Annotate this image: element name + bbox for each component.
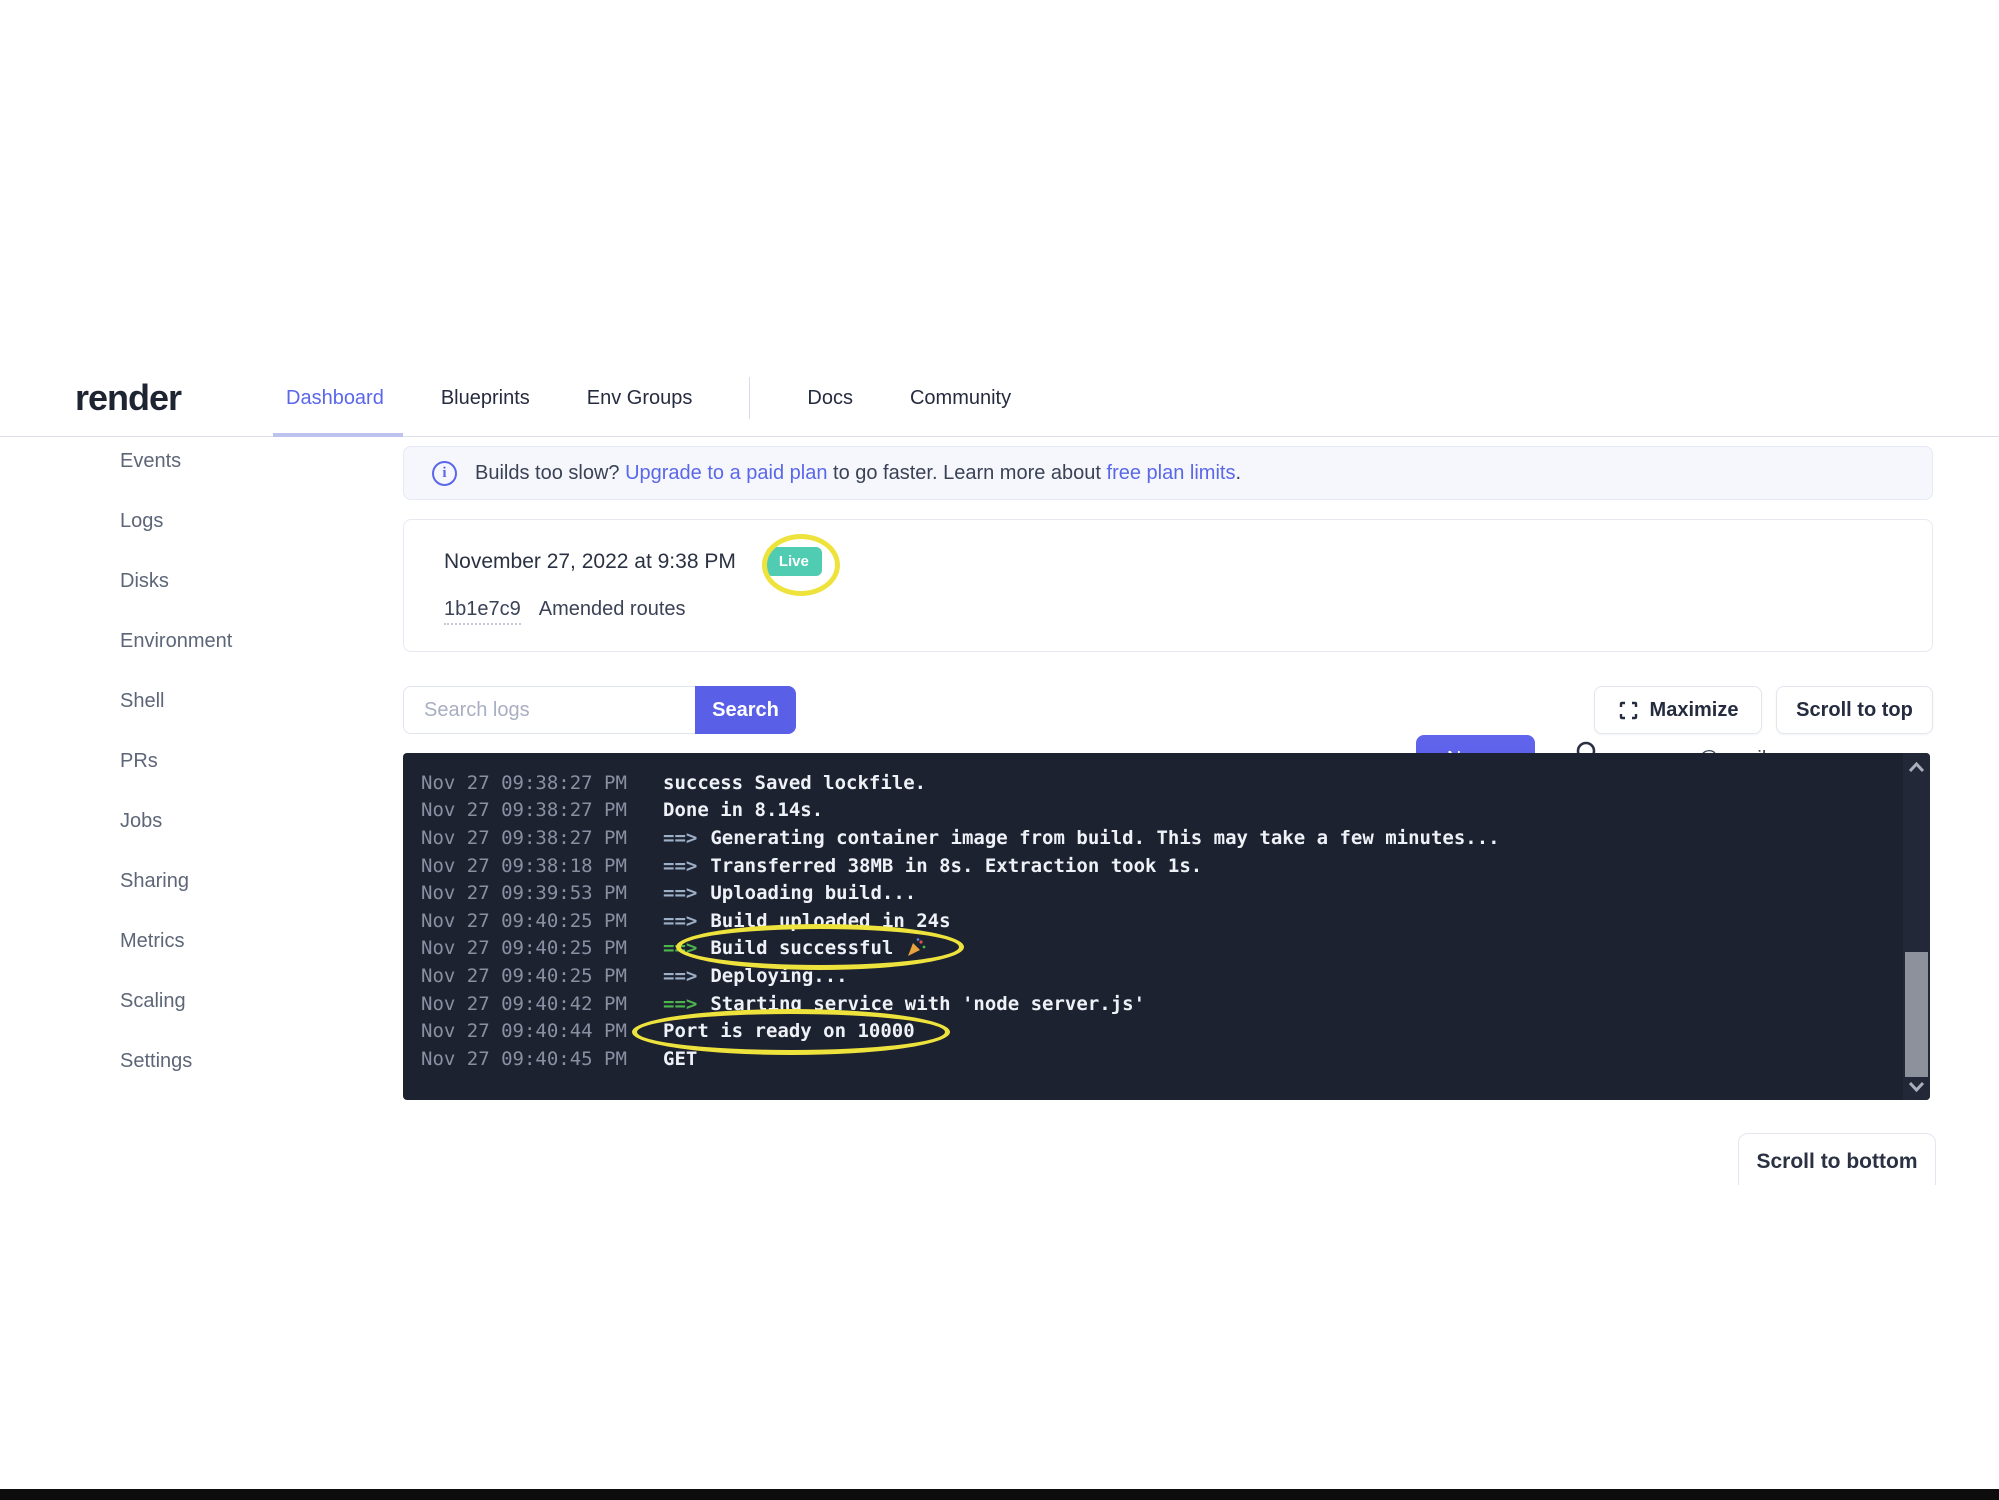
scrollbar-thumb[interactable] <box>1905 952 1928 1077</box>
log-message: GET <box>663 1048 697 1070</box>
log-line: Nov 27 09:40:25 PM ==> Build uploaded in… <box>421 907 1888 935</box>
sidebar-item-sharing[interactable]: Sharing <box>120 870 232 894</box>
log-timestamp: Nov 27 09:38:18 PM <box>421 855 663 877</box>
scroll-to-bottom-wrap: Scroll to bottom <box>1738 1133 1936 1185</box>
render-dashboard-page: render Dashboard Blueprints Env Groups D… <box>0 0 1999 1500</box>
log-arrow: ==> <box>663 855 697 877</box>
banner-text-1: Builds too slow? <box>475 462 625 484</box>
bottom-edge-bar <box>0 1489 1999 1500</box>
deploy-date-row: November 27, 2022 at 9:38 PM Live <box>444 547 822 576</box>
nav-community[interactable]: Community <box>910 387 1011 410</box>
log-message: Done in 8.14s. <box>663 799 823 821</box>
log-arrow: ==> <box>663 882 697 904</box>
service-sidebar: Events Logs Disks Environment Shell PRs … <box>120 450 232 1110</box>
sidebar-item-jobs[interactable]: Jobs <box>120 810 232 834</box>
sidebar-item-logs[interactable]: Logs <box>120 510 232 534</box>
log-message: Uploading build... <box>710 882 916 904</box>
render-logo[interactable]: render <box>75 377 181 419</box>
sidebar-item-metrics[interactable]: Metrics <box>120 930 232 954</box>
log-line-port-ready: Nov 27 09:40:44 PM Port is ready on 1000… <box>421 1017 1888 1045</box>
log-arrow: ==> <box>663 965 697 987</box>
log-timestamp: Nov 27 09:40:25 PM <box>421 937 663 959</box>
live-status-badge: Live <box>766 547 822 576</box>
log-timestamp: Nov 27 09:39:53 PM <box>421 882 663 904</box>
search-button[interactable]: Search <box>695 686 796 734</box>
deploy-date: November 27, 2022 at 9:38 PM <box>444 550 736 574</box>
log-timestamp: Nov 27 09:38:27 PM <box>421 799 663 821</box>
log-line: Nov 27 09:38:27 PM success Saved lockfil… <box>421 769 1888 797</box>
top-navbar: render Dashboard Blueprints Env Groups D… <box>0 360 1999 437</box>
log-terminal: Nov 27 09:38:27 PM success Saved lockfil… <box>403 753 1930 1100</box>
log-message: Build successful <box>710 937 893 959</box>
log-message: Build uploaded in 24s <box>710 910 950 932</box>
log-line: Nov 27 09:40:45 PM GET <box>421 1045 1888 1073</box>
log-lines: Nov 27 09:38:27 PM success Saved lockfil… <box>421 769 1888 1073</box>
log-timestamp: Nov 27 09:38:27 PM <box>421 772 663 794</box>
sidebar-item-disks[interactable]: Disks <box>120 570 232 594</box>
log-line: Nov 27 09:38:27 PM ==> Generating contai… <box>421 824 1888 852</box>
free-plan-limits-link[interactable]: free plan limits <box>1107 462 1236 484</box>
sidebar-item-prs[interactable]: PRs <box>120 750 232 774</box>
upgrade-link[interactable]: Upgrade to a paid plan <box>625 462 827 484</box>
active-tab-underline <box>273 433 403 437</box>
commit-row: 1b1e7c9 Amended routes <box>444 598 686 625</box>
nav-docs[interactable]: Docs <box>807 387 853 410</box>
party-popper-icon <box>905 937 927 959</box>
log-arrow: ==> <box>663 827 697 849</box>
scroll-to-bottom-button[interactable]: Scroll to bottom <box>1738 1133 1936 1185</box>
commit-hash-link[interactable]: 1b1e7c9 <box>444 598 521 625</box>
info-icon: i <box>432 461 457 486</box>
log-timestamp: Nov 27 09:40:45 PM <box>421 1048 663 1070</box>
log-line: Nov 27 09:38:27 PM Done in 8.14s. <box>421 797 1888 825</box>
log-timestamp: Nov 27 09:40:44 PM <box>421 1020 663 1042</box>
log-timestamp: Nov 27 09:38:27 PM <box>421 827 663 849</box>
log-message: Transferred 38MB in 8s. Extraction took … <box>710 855 1202 877</box>
nav-divider <box>749 377 750 419</box>
banner-text: Builds too slow? Upgrade to a paid plan … <box>475 462 1241 485</box>
sidebar-item-environment[interactable]: Environment <box>120 630 232 654</box>
sidebar-item-scaling[interactable]: Scaling <box>120 990 232 1014</box>
log-message: Deploying... <box>710 965 847 987</box>
sidebar-item-settings[interactable]: Settings <box>120 1050 232 1074</box>
banner-text-2: to go faster. Learn more about <box>827 462 1106 484</box>
log-line-build-successful: Nov 27 09:40:25 PM ==> Build successful <box>421 935 1888 963</box>
log-line: Nov 27 09:40:25 PM ==> Deploying... <box>421 962 1888 990</box>
log-search-group: Search <box>403 686 796 734</box>
log-line: Nov 27 09:40:42 PM ==> Starting service … <box>421 990 1888 1018</box>
log-message: success Saved lockfile. <box>663 772 926 794</box>
log-message: Port is ready on 10000 <box>663 1020 915 1042</box>
search-logs-input[interactable] <box>403 686 695 734</box>
log-message: Starting service with 'node server.js' <box>710 993 1145 1015</box>
scrollbar-up-arrow-icon[interactable] <box>1903 755 1930 779</box>
maximize-label: Maximize <box>1650 699 1739 722</box>
nav-blueprints[interactable]: Blueprints <box>441 387 530 410</box>
deploy-card: November 27, 2022 at 9:38 PM Live 1b1e7c… <box>403 519 1933 652</box>
log-timestamp: Nov 27 09:40:25 PM <box>421 910 663 932</box>
nav-dashboard[interactable]: Dashboard <box>286 387 384 410</box>
log-line: Nov 27 09:39:53 PM ==> Uploading build..… <box>421 879 1888 907</box>
log-arrow: ==> <box>663 910 697 932</box>
scroll-to-top-button[interactable]: Scroll to top <box>1776 686 1933 734</box>
log-arrow: ==> <box>663 937 697 959</box>
log-line: Nov 27 09:38:18 PM ==> Transferred 38MB … <box>421 852 1888 880</box>
log-timestamp: Nov 27 09:40:42 PM <box>421 993 663 1015</box>
maximize-icon <box>1618 700 1639 721</box>
upgrade-banner: i Builds too slow? Upgrade to a paid pla… <box>403 446 1933 500</box>
banner-text-3: . <box>1235 462 1241 484</box>
log-arrow: ==> <box>663 993 697 1015</box>
sidebar-item-shell[interactable]: Shell <box>120 690 232 714</box>
log-timestamp: Nov 27 09:40:25 PM <box>421 965 663 987</box>
nav-links: Dashboard Blueprints Env Groups Docs Com… <box>286 360 1011 436</box>
nav-env-groups[interactable]: Env Groups <box>587 387 693 410</box>
sidebar-item-events[interactable]: Events <box>120 450 232 474</box>
terminal-scrollbar <box>1903 753 1930 1100</box>
scrollbar-down-arrow-icon[interactable] <box>1903 1074 1930 1098</box>
log-message: Generating container image from build. T… <box>710 827 1499 849</box>
commit-message: Amended routes <box>539 598 686 621</box>
maximize-button[interactable]: Maximize <box>1594 686 1762 734</box>
